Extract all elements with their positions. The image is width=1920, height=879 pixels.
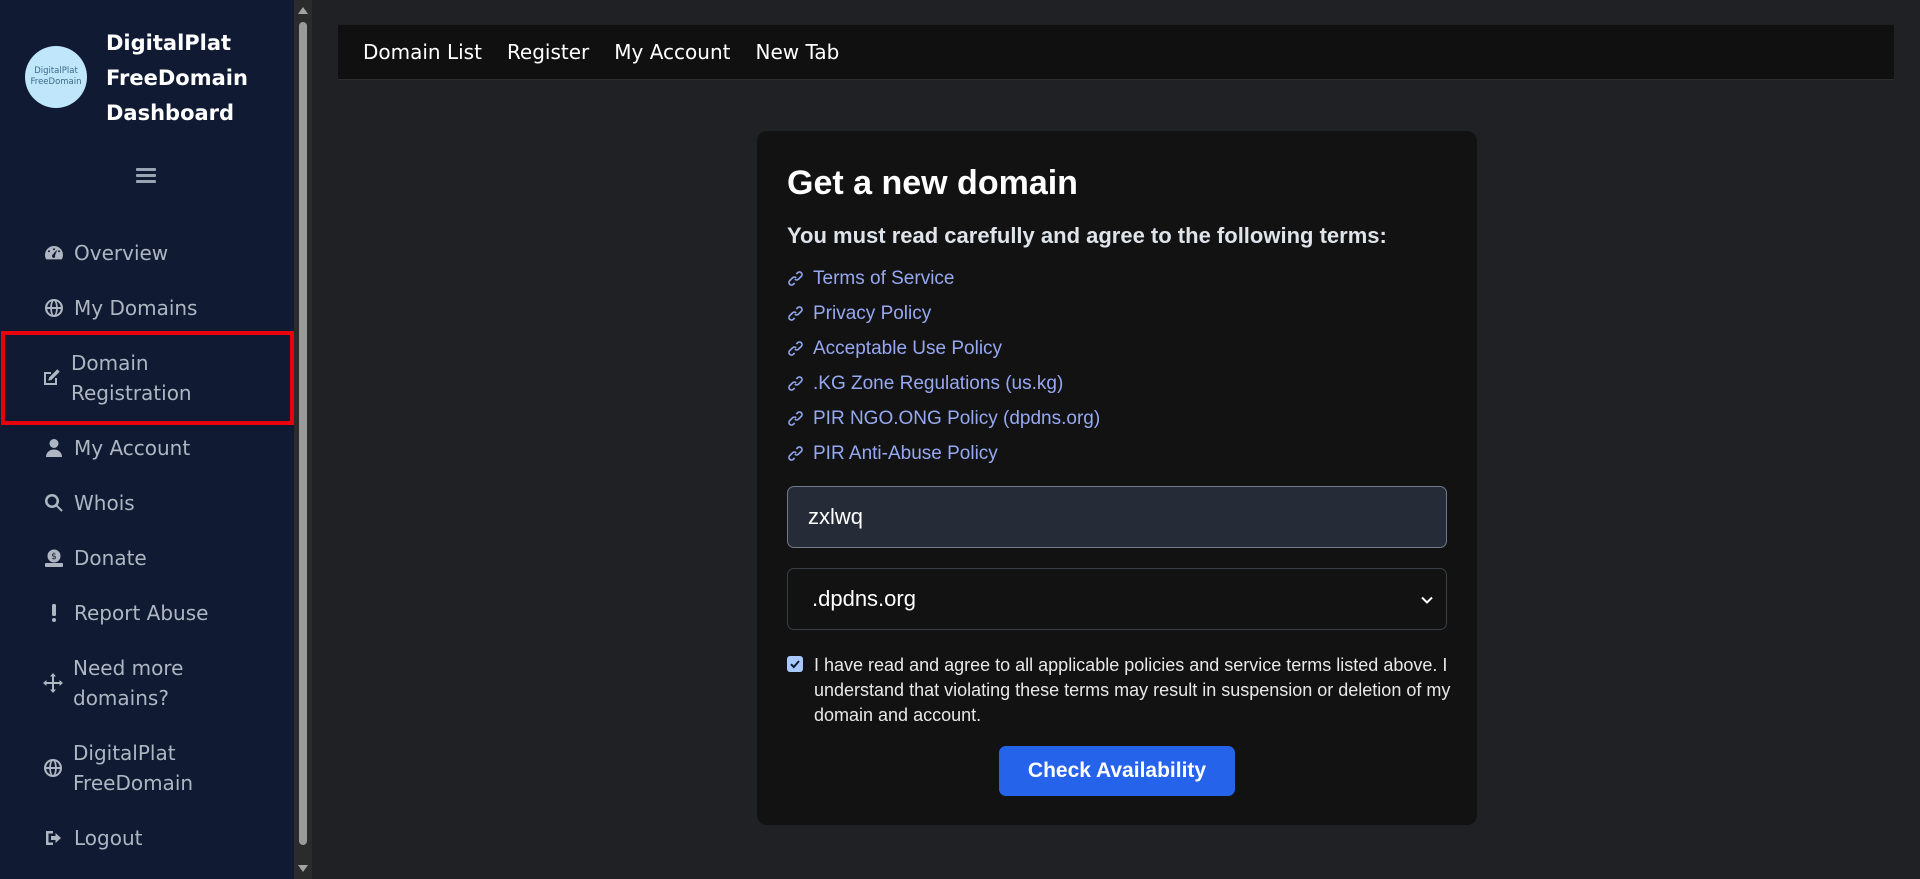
policy-link-privacy-policy[interactable]: Privacy Policy (787, 296, 1100, 331)
link-icon (788, 306, 803, 321)
brand-title-line-1: DigitalPlat (106, 31, 232, 55)
topnav-register[interactable]: Register (507, 40, 589, 64)
policy-link-pir-ngo-ong[interactable]: PIR NGO.ONG Policy (dpdns.org) (787, 401, 1100, 436)
link-icon (788, 446, 803, 461)
agree-checkbox[interactable] (787, 656, 803, 672)
policy-link-terms-of-service[interactable]: Terms of Service (787, 261, 1100, 296)
brand-logo: DigitalPlat FreeDomain (25, 46, 87, 108)
tld-select-value: .dpdns.org (812, 586, 916, 611)
brand[interactable]: DigitalPlat FreeDomain DigitalPlat FreeD… (25, 26, 248, 131)
logo-text-line-2: FreeDomain (30, 77, 82, 87)
agree-terms: I have read and agree to all applicable … (787, 653, 1457, 728)
sidebar-item-label: Overview (74, 241, 169, 265)
sidebar-item-label: Whois (74, 491, 135, 515)
policy-links: Terms of Service Privacy Policy Acceptab… (787, 261, 1100, 471)
link-icon (788, 341, 803, 356)
link-icon (788, 376, 803, 391)
policy-link-acceptable-use[interactable]: Acceptable Use Policy (787, 331, 1100, 366)
chevron-down-icon (1421, 596, 1433, 604)
sidebar-item-label: Report Abuse (74, 601, 209, 625)
sidebar-item-report-abuse[interactable]: Report Abuse (43, 598, 208, 628)
sidebar-item-overview[interactable]: Overview (43, 238, 168, 268)
sidebar-scrollbar[interactable] (294, 0, 312, 879)
selection-highlight (1, 331, 294, 425)
top-nav: Domain List Register My Account New Tab (338, 25, 1894, 80)
topnav-my-account[interactable]: My Account (614, 40, 730, 64)
brand-title-line-3: Dashboard (106, 101, 235, 125)
sidebar-item-label: Logout (74, 826, 143, 850)
gauge-icon (43, 242, 65, 264)
sidebar: DigitalPlat FreeDomain DigitalPlat FreeD… (0, 0, 294, 879)
sidebar-item-digitalplat-freedomain[interactable]: DigitalPlat FreeDomain (42, 738, 193, 798)
policy-link-label: Privacy Policy (813, 302, 932, 324)
checkmark-icon (790, 660, 800, 669)
sidebar-item-label: Donate (74, 546, 147, 570)
sidebar-item-logout[interactable]: Logout (43, 823, 142, 853)
sidebar-item-donate[interactable]: $ Donate (43, 543, 147, 573)
check-availability-button[interactable]: Check Availability (999, 746, 1235, 796)
arrows-icon (42, 672, 64, 694)
brand-title-line-2: FreeDomain (106, 66, 248, 90)
card-title: Get a new domain (787, 164, 1078, 202)
policy-link-label: PIR NGO.ONG Policy (dpdns.org) (813, 407, 1101, 429)
link-icon (788, 411, 803, 426)
hamburger-icon[interactable] (136, 166, 156, 186)
policy-link-pir-anti-abuse[interactable]: PIR Anti-Abuse Policy (787, 436, 1100, 471)
logo-text-line-1: DigitalPlat (34, 66, 78, 76)
topnav-domain-list[interactable]: Domain List (363, 40, 482, 64)
domain-name-input[interactable] (787, 486, 1447, 548)
sidebar-item-my-account[interactable]: My Account (43, 433, 190, 463)
exclamation-icon (43, 602, 65, 624)
scrollbar-thumb[interactable] (299, 22, 307, 845)
policy-link-label: PIR Anti-Abuse Policy (813, 442, 998, 464)
scroll-down-arrow-icon[interactable] (298, 865, 308, 872)
tld-select[interactable]: .dpdns.org (787, 568, 1447, 630)
svg-text:$: $ (51, 552, 57, 562)
sidebar-item-label-line-1: Need more (73, 656, 184, 680)
policy-link-kg-zone[interactable]: .KG Zone Regulations (us.kg) (787, 366, 1100, 401)
logout-icon (43, 827, 65, 849)
sidebar-item-label: My Domains (74, 296, 198, 320)
sidebar-item-label-line-1: DigitalPlat (73, 741, 176, 765)
sidebar-item-need-more-domains[interactable]: Need more domains? (42, 653, 183, 713)
scroll-up-arrow-icon[interactable] (298, 7, 308, 14)
policy-link-label: Acceptable Use Policy (813, 337, 1003, 359)
brand-title: DigitalPlat FreeDomain Dashboard (106, 26, 248, 131)
sidebar-item-my-domains[interactable]: My Domains (43, 293, 197, 323)
policy-link-label: .KG Zone Regulations (us.kg) (813, 372, 1064, 394)
donate-icon: $ (43, 547, 65, 569)
policy-link-label: Terms of Service (813, 267, 955, 289)
sidebar-item-label-line-2: FreeDomain (73, 771, 194, 795)
topnav-new-tab[interactable]: New Tab (755, 40, 839, 64)
terms-heading: You must read carefully and agree to the… (787, 223, 1387, 248)
sidebar-item-label: My Account (74, 436, 191, 460)
sidebar-item-whois[interactable]: Whois (43, 488, 135, 518)
globe-icon (43, 297, 65, 319)
globe-icon (42, 757, 64, 779)
new-domain-card: Get a new domain You must read carefully… (757, 131, 1477, 825)
sidebar-item-label-line-2: domains? (73, 686, 169, 710)
link-icon (788, 271, 803, 286)
user-icon (43, 437, 65, 459)
search-icon (43, 492, 65, 514)
agree-text: I have read and agree to all applicable … (814, 655, 1451, 725)
